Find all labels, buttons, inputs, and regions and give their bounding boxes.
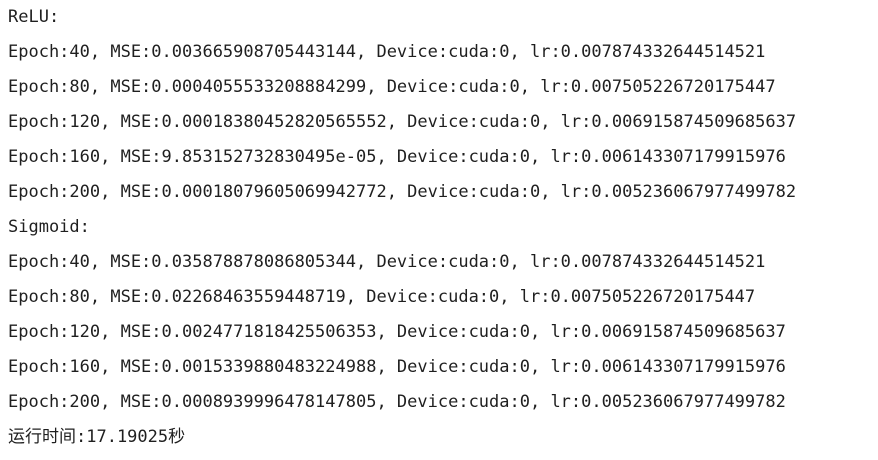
- console-line-relu-epoch-120: Epoch:120, MSE:0.00018380452820565552, D…: [8, 112, 797, 132]
- console-line-runtime: 运行时间:17.19025秒: [8, 427, 186, 447]
- console-line-sigmoid-epoch-80: Epoch:80, MSE:0.02268463559448719, Devic…: [8, 287, 756, 307]
- console-line-relu-epoch-80: Epoch:80, MSE:0.0004055533208884299, Dev…: [8, 77, 776, 97]
- console-line-sigmoid-epoch-120: Epoch:120, MSE:0.0024771818425506353, De…: [8, 322, 786, 342]
- console-line-relu-epoch-160: Epoch:160, MSE:9.853152732830495e-05, De…: [8, 147, 786, 167]
- console-line-sigmoid-epoch-200: Epoch:200, MSE:0.0008939996478147805, De…: [8, 392, 786, 412]
- console-line-sigmoid-header: Sigmoid:: [8, 217, 90, 237]
- console-line-sigmoid-epoch-40: Epoch:40, MSE:0.035878878086805344, Devi…: [8, 252, 766, 272]
- console-line-sigmoid-epoch-160: Epoch:160, MSE:0.0015339880483224988, De…: [8, 357, 786, 377]
- console-line-relu-epoch-200: Epoch:200, MSE:0.00018079605069942772, D…: [8, 182, 797, 202]
- console-line-relu-epoch-40: Epoch:40, MSE:0.003665908705443144, Devi…: [8, 42, 766, 62]
- console-line-relu-header: ReLU:: [8, 7, 60, 27]
- console-output: ReLU: Epoch:40, MSE:0.003665908705443144…: [8, 0, 874, 460]
